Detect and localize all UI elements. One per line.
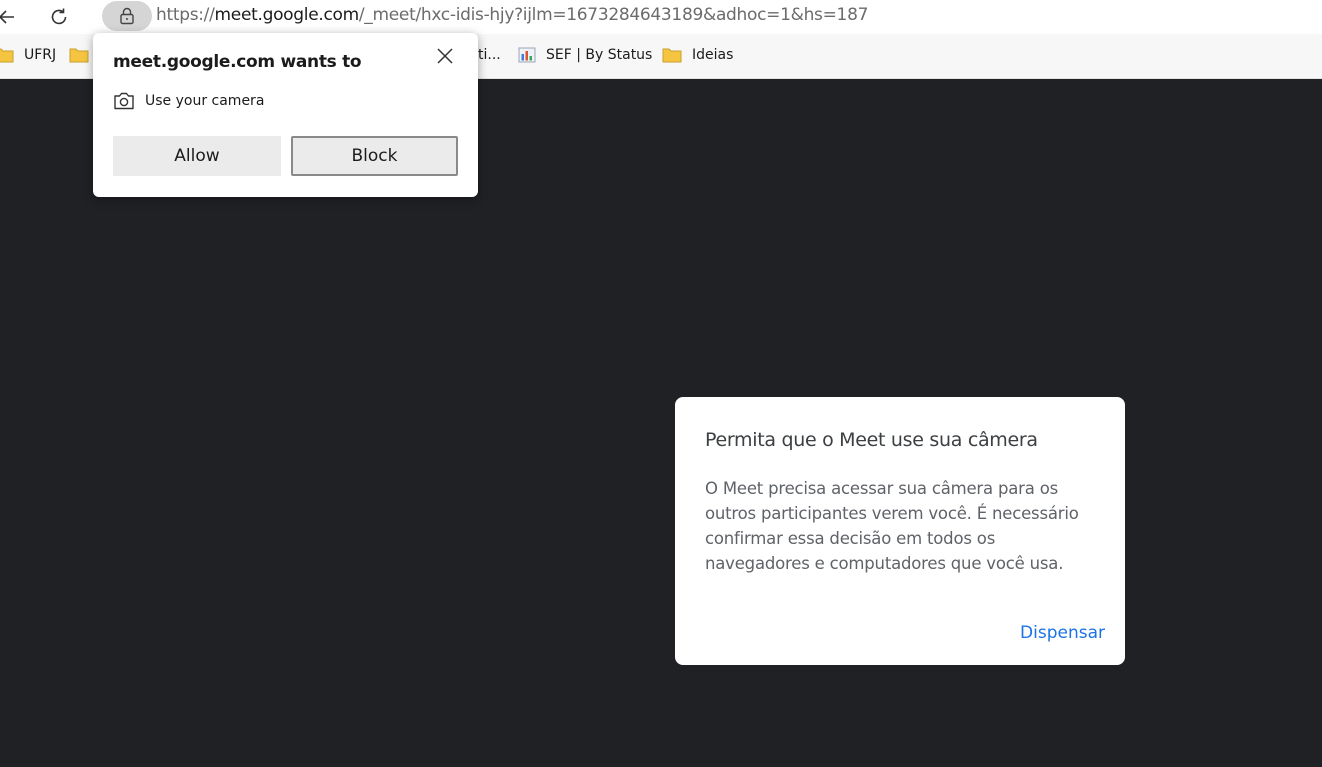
camera-icon [114,92,134,110]
reload-icon [51,8,67,25]
dialog-body-line: confirmar essa decisão em todos os [705,529,996,548]
folder-icon [69,47,89,63]
bookmark-label: Ideias [692,47,734,63]
chart-icon [518,47,536,63]
back-button[interactable] [0,2,22,32]
url-path: /_meet/hxc-idis-hjy?ijlm=1673284643189&a… [358,5,869,25]
url-host: meet.google.com [214,5,360,25]
bookmark-sef-by-status[interactable]: SEF | By Status [518,47,652,63]
folder-icon [662,47,682,63]
dialog-body: O Meet precisa acessar sua câmera para o… [705,476,1095,576]
permission-label: Use your camera [145,93,265,109]
dialog-body-line: O Meet precisa acessar sua câmera para o… [705,479,1058,498]
bookmark-label: UFRJ [24,47,57,63]
bookmark-label: SEF | By Status [546,47,653,63]
allow-button[interactable]: Allow [113,136,281,176]
dismiss-button[interactable]: Dispensar [1020,623,1105,643]
permission-title: meet.google.com wants to [113,52,362,72]
lock-icon [120,7,134,25]
bookmark-ufrj[interactable]: UFRJ [0,47,56,63]
meet-camera-dialog: Permita que o Meet use sua câmera O Meet… [675,397,1125,665]
bookmark-truncated[interactable]: ti... [478,47,501,63]
permission-request-row: Use your camera [113,91,264,111]
site-info-button[interactable] [102,1,152,31]
folder-icon [0,47,14,63]
dialog-title: Permita que o Meet use sua câmera [705,429,1038,451]
reload-button[interactable] [44,2,74,32]
camera-permission-popup: meet.google.com wants to Use your camera… [93,33,478,197]
dialog-body-line: navegadores e computadores que você usa. [705,554,1064,573]
block-button[interactable]: Block [291,136,458,176]
url-field[interactable]: https://meet.google.com/_meet/hxc-idis-h… [156,5,868,25]
bookmark-ideias[interactable]: Ideias [662,47,733,63]
dialog-body-line: outros participantes verem você. É neces… [705,504,1079,523]
close-icon [437,48,453,64]
back-arrow-icon [0,10,14,24]
url-scheme: https:// [156,5,215,25]
close-button[interactable] [434,45,456,67]
bookmark-label: ti... [478,47,501,63]
address-bar: https://meet.google.com/_meet/hxc-idis-h… [0,0,1322,34]
